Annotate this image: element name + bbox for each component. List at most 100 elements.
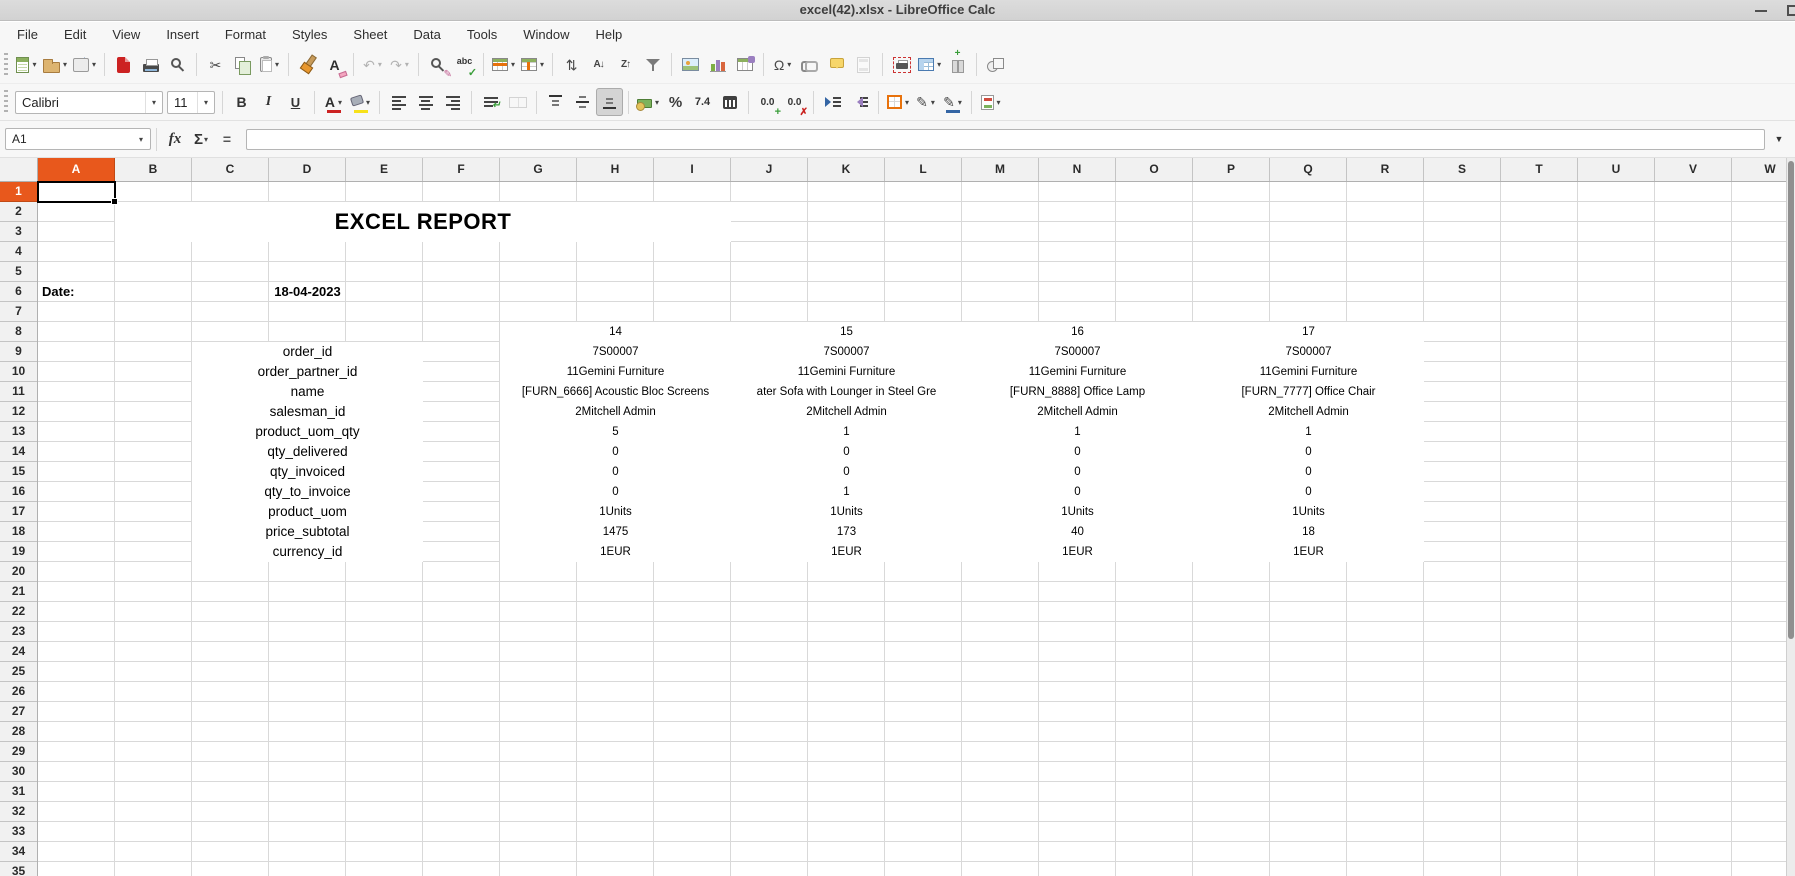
column-header-O[interactable]: O <box>1116 158 1193 181</box>
sort-button[interactable]: ⇅ <box>558 51 585 79</box>
clear-formatting-button[interactable]: A <box>321 51 348 79</box>
cell-value-name-4[interactable]: [FURN_7777] Office Chair <box>1193 382 1424 402</box>
row-header-6[interactable]: 6 <box>0 282 37 302</box>
menu-tools[interactable]: Tools <box>454 24 510 45</box>
function-wizard-button[interactable]: fx <box>163 126 187 152</box>
split-window-button[interactable]: + <box>944 48 971 79</box>
column-header-N[interactable]: N <box>1039 158 1116 181</box>
cell-report-title[interactable]: EXCEL REPORT <box>115 202 731 242</box>
cell-value-currency_id-3[interactable]: 1EUR <box>962 542 1193 562</box>
delete-decimal-button[interactable]: 0.0 ✗ <box>781 88 808 118</box>
menu-insert[interactable]: Insert <box>153 24 212 45</box>
chevron-down-icon[interactable]: ▾ <box>92 60 96 69</box>
chevron-down-icon[interactable]: ▾ <box>787 60 791 69</box>
row-header-16[interactable]: 16 <box>0 482 37 502</box>
underline-button[interactable]: U <box>282 88 309 116</box>
row-header-10[interactable]: 10 <box>0 362 37 382</box>
print-button[interactable] <box>137 51 164 79</box>
cell-col-number-14[interactable]: 14 <box>500 322 731 342</box>
cell-value-qty_to_invoice-1[interactable]: 0 <box>500 482 731 502</box>
cell-value-currency_id-1[interactable]: 1EUR <box>500 542 731 562</box>
chevron-down-icon[interactable]: ▾ <box>63 60 67 69</box>
menu-help[interactable]: Help <box>582 24 635 45</box>
conditional-formatting-button[interactable]: ▾ <box>977 88 1004 116</box>
insert-row-button[interactable]: ▾ <box>489 51 518 79</box>
insert-chart-button[interactable] <box>704 51 731 79</box>
cell-value-salesman_id-3[interactable]: 2Mitchell Admin <box>962 402 1193 422</box>
cell-value-qty_to_invoice-4[interactable]: 0 <box>1193 482 1424 502</box>
cell-value-product_uom_qty-3[interactable]: 1 <box>962 422 1193 442</box>
borders-button[interactable]: ▾ <box>884 88 912 116</box>
row-header-4[interactable]: 4 <box>0 242 37 262</box>
row-header-7[interactable]: 7 <box>0 302 37 322</box>
column-header-W[interactable]: W <box>1732 158 1786 181</box>
add-decimal-button[interactable]: 0.0 + <box>754 88 781 118</box>
percent-format-button[interactable]: % <box>662 88 689 116</box>
chevron-down-icon[interactable]: ▾ <box>931 98 935 107</box>
row-header-8[interactable]: 8 <box>0 322 37 342</box>
cell-label-salesman_id[interactable]: salesman_id <box>192 402 423 422</box>
row-header-29[interactable]: 29 <box>0 742 37 762</box>
chevron-down-icon[interactable]: ▾ <box>366 98 370 107</box>
column-header-Q[interactable]: Q <box>1270 158 1347 181</box>
cell-label-order_partner_id[interactable]: order_partner_id <box>192 362 423 382</box>
insert-comment-button[interactable] <box>823 51 850 79</box>
cell-label-product_uom_qty[interactable]: product_uom_qty <box>192 422 423 442</box>
special-character-button[interactable]: Ω ▾ <box>769 51 796 79</box>
column-header-R[interactable]: R <box>1347 158 1424 181</box>
cell-value-qty_invoiced-2[interactable]: 0 <box>731 462 962 482</box>
column-header-A[interactable]: A <box>38 158 115 181</box>
row-header-30[interactable]: 30 <box>0 762 37 782</box>
row-header-18[interactable]: 18 <box>0 522 37 542</box>
row-header-25[interactable]: 25 <box>0 662 37 682</box>
cell-value-product_uom-1[interactable]: 1Units <box>500 502 731 522</box>
print-preview-button[interactable] <box>164 51 191 79</box>
draw-functions-button[interactable] <box>982 51 1009 79</box>
align-bottom-button[interactable] <box>596 88 623 116</box>
cell-value-order_id-1[interactable]: 7S00007 <box>500 342 731 362</box>
row-header-3[interactable]: 3 <box>0 222 37 242</box>
cell-value-price_subtotal-3[interactable]: 40 <box>962 522 1193 542</box>
row-header-17[interactable]: 17 <box>0 502 37 522</box>
open-button[interactable]: ▾ <box>40 51 70 79</box>
cell-value-qty_invoiced-1[interactable]: 0 <box>500 462 731 482</box>
row-header-15[interactable]: 15 <box>0 462 37 482</box>
row-header-26[interactable]: 26 <box>0 682 37 702</box>
cell-value-qty_delivered-1[interactable]: 0 <box>500 442 731 462</box>
vertical-scrollbar-thumb[interactable] <box>1788 161 1794 639</box>
maximize-icon[interactable] <box>1787 5 1795 16</box>
row-header-19[interactable]: 19 <box>0 542 37 562</box>
chevron-down-icon[interactable]: ▾ <box>905 98 909 107</box>
column-header-L[interactable]: L <box>885 158 962 181</box>
spreadsheet-grid[interactable]: EXCEL REPORT Date: 18-04-2023 14 15 16 17 order… <box>38 182 1786 876</box>
row-header-5[interactable]: 5 <box>0 262 37 282</box>
chevron-down-icon[interactable]: ▾ <box>275 60 279 69</box>
column-header-C[interactable]: C <box>192 158 269 181</box>
center-vertically-button[interactable] <box>569 88 596 116</box>
cell-value-product_uom-4[interactable]: 1Units <box>1193 502 1424 522</box>
cell-value-price_subtotal-4[interactable]: 18 <box>1193 522 1424 542</box>
menu-data[interactable]: Data <box>400 24 453 45</box>
cell-date-label[interactable]: Date: <box>38 282 115 302</box>
cell-value-qty_invoiced-3[interactable]: 0 <box>962 462 1193 482</box>
row-header-33[interactable]: 33 <box>0 822 37 842</box>
cell-value-order_id-3[interactable]: 7S00007 <box>962 342 1193 362</box>
cell-value-name-2[interactable]: ater Sofa with Lounger in Steel Gre <box>731 382 962 402</box>
copy-button[interactable] <box>229 51 256 79</box>
minimize-icon[interactable] <box>1755 10 1767 12</box>
cell-value-price_subtotal-2[interactable]: 173 <box>731 522 962 542</box>
column-header-P[interactable]: P <box>1193 158 1270 181</box>
cell-value-currency_id-4[interactable]: 1EUR <box>1193 542 1424 562</box>
chevron-down-icon[interactable]: ▾ <box>32 60 36 69</box>
row-header-9[interactable]: 9 <box>0 342 37 362</box>
align-center-button[interactable] <box>412 88 439 116</box>
decrease-indent-button[interactable] <box>846 88 873 116</box>
pivot-table-button[interactable] <box>731 51 758 79</box>
cell-label-product_uom[interactable]: product_uom <box>192 502 423 522</box>
column-header-U[interactable]: U <box>1578 158 1655 181</box>
chevron-down-icon[interactable]: ▾ <box>204 135 208 144</box>
cell-value-qty_invoiced-4[interactable]: 0 <box>1193 462 1424 482</box>
row-header-14[interactable]: 14 <box>0 442 37 462</box>
cell-col-number-16[interactable]: 16 <box>962 322 1193 342</box>
cell-value-product_uom-3[interactable]: 1Units <box>962 502 1193 522</box>
